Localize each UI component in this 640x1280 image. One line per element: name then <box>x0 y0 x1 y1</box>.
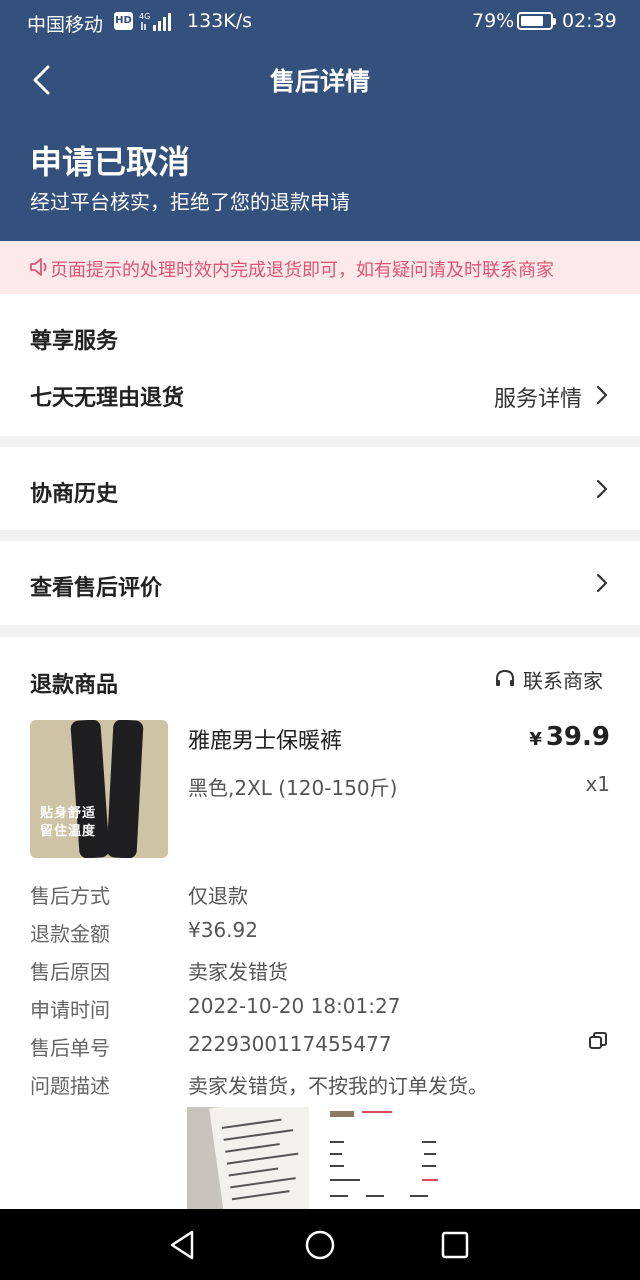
review-row[interactable]: 查看售后评价 <box>0 541 640 625</box>
page-title: 售后详情 <box>269 67 370 96</box>
info-value: 卖家发错货 <box>188 960 288 984</box>
signal-icon: 4G <box>139 12 171 31</box>
chevron-right-icon <box>596 573 608 593</box>
chevron-right-icon[interactable] <box>594 384 610 406</box>
info-label: 退款金额 <box>30 922 110 946</box>
review-label: 查看售后评价 <box>30 576 163 601</box>
info-label: 申请时间 <box>30 998 110 1022</box>
service-title: 尊享服务 <box>30 329 119 354</box>
currency-symbol: ¥ <box>529 729 542 750</box>
info-value: 卖家发错货，不按我的订单发货。 <box>188 1074 488 1098</box>
contact-seller-label: 联系商家 <box>523 669 603 693</box>
evidence-image[interactable] <box>322 1107 444 1209</box>
triangle-back-icon[interactable] <box>165 1227 201 1263</box>
notice-text: 页面提示的处理时效内完成退货即可，如有疑问请及时联系商家 <box>50 260 554 281</box>
order-number: 2229300117455477 <box>188 1032 392 1056</box>
copy-icon[interactable] <box>588 1031 608 1051</box>
chevron-right-icon <box>596 479 608 499</box>
status-bar: 中国移动 HD 4G 133K/s 79% 02:39 <box>0 0 640 44</box>
history-label: 协商历史 <box>30 482 119 507</box>
product-spec: 黑色,2XL (120-150斤) <box>188 776 398 800</box>
info-value: 仅退款 <box>188 884 248 908</box>
speaker-icon <box>28 255 52 279</box>
square-recent-icon[interactable] <box>437 1227 473 1263</box>
headset-icon <box>496 669 514 686</box>
evidence-image[interactable] <box>187 1107 309 1209</box>
info-label: 售后原因 <box>30 960 110 984</box>
circle-home-icon[interactable] <box>302 1227 338 1263</box>
system-nav-bar <box>0 1209 640 1280</box>
info-label: 售后方式 <box>30 884 110 908</box>
carrier-label: 中国移动 <box>27 14 104 36</box>
info-label: 问题描述 <box>30 1074 110 1098</box>
battery-icon <box>517 12 556 30</box>
service-detail-link[interactable]: 服务详情 <box>494 381 582 413</box>
info-value: 2022-10-20 18:01:27 <box>188 994 401 1018</box>
service-card: 尊享服务 七天无理由退货 服务详情 <box>0 294 640 436</box>
price-value: 39.9 <box>545 722 610 752</box>
product-image[interactable]: 贴身舒适 留住温度 <box>30 720 168 858</box>
network-speed: 133K/s <box>187 10 253 32</box>
refund-product-title: 退款商品 <box>30 673 119 698</box>
service-item: 七天无理由退货 <box>30 386 185 411</box>
status-title: 申请已取消 <box>30 143 191 181</box>
svg-text:4G: 4G <box>139 12 150 21</box>
header: 中国移动 HD 4G 133K/s 79% 02:39 售后详情 申请已取消 经… <box>0 0 640 241</box>
history-row[interactable]: 协商历史 <box>0 447 640 530</box>
product-name: 雅鹿男士保暖裤 <box>188 729 343 754</box>
info-label: 售后单号 <box>30 1036 110 1060</box>
clock: 02:39 <box>562 10 617 32</box>
image-caption: 留住温度 <box>40 824 97 839</box>
image-caption: 贴身舒适 <box>40 806 97 821</box>
status-subtitle: 经过平台核实，拒绝了您的退款申请 <box>30 190 350 214</box>
hd-badge: HD <box>114 12 133 30</box>
info-value: ¥36.92 <box>188 918 258 942</box>
product-quantity: x1 <box>585 772 610 796</box>
notice-bar: 页面提示的处理时效内完成退货即可，如有疑问请及时联系商家 <box>0 241 640 294</box>
battery-percent: 79% <box>472 10 515 32</box>
product-price: ¥39.9 <box>529 722 610 752</box>
